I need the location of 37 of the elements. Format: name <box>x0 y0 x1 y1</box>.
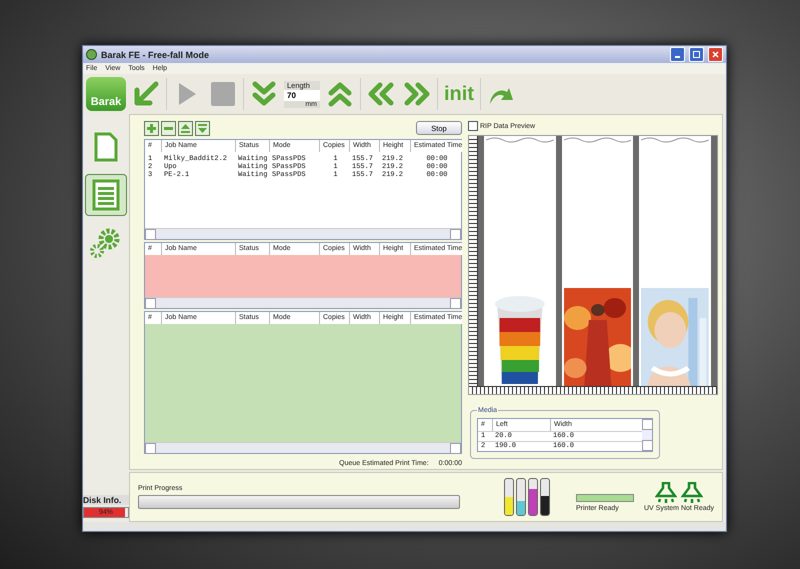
horizontal-scrollbar[interactable] <box>145 228 461 239</box>
document-icon <box>93 131 119 163</box>
job-tool-button[interactable] <box>195 120 210 136</box>
close-button[interactable] <box>708 47 723 62</box>
maximize-button[interactable] <box>689 47 704 62</box>
close-icon <box>712 51 719 58</box>
minus-icon <box>164 126 173 130</box>
disk-info-label: Disk Info. <box>83 495 129 505</box>
maximize-icon <box>693 51 700 58</box>
ink-bottle <box>504 478 514 516</box>
vertical-scrollbar[interactable] <box>642 419 652 451</box>
app-icon <box>86 49 97 60</box>
chevrons-down-icon <box>251 80 277 108</box>
minimize-button[interactable] <box>670 47 685 62</box>
move-up-icon <box>181 124 190 132</box>
job-tool-button[interactable] <box>161 120 176 136</box>
horizontal-scrollbar[interactable] <box>145 442 461 453</box>
lamp-icon <box>681 482 704 504</box>
job-tool-button[interactable] <box>178 120 193 136</box>
horizontal-scrollbar[interactable] <box>145 297 461 308</box>
move-down-icon <box>198 124 207 132</box>
ink-bottle <box>516 478 526 516</box>
stop-icon <box>210 81 236 107</box>
window-title: Barak FE - Free-fall Mode <box>101 50 210 60</box>
chevrons-right-icon <box>403 82 431 106</box>
ink-bottle <box>540 478 550 516</box>
chevrons-left-icon <box>367 82 395 106</box>
job-tool-button[interactable] <box>144 120 159 136</box>
list-icon <box>92 179 120 211</box>
printer-status-bar <box>576 494 634 502</box>
chevrons-up-icon <box>327 80 353 108</box>
plus-icon <box>147 124 156 132</box>
play-icon <box>176 81 198 107</box>
lamp-icon <box>655 482 678 504</box>
ink-bottle <box>528 478 538 516</box>
arrow-icon <box>132 80 160 108</box>
sidebar-item[interactable] <box>85 174 127 216</box>
